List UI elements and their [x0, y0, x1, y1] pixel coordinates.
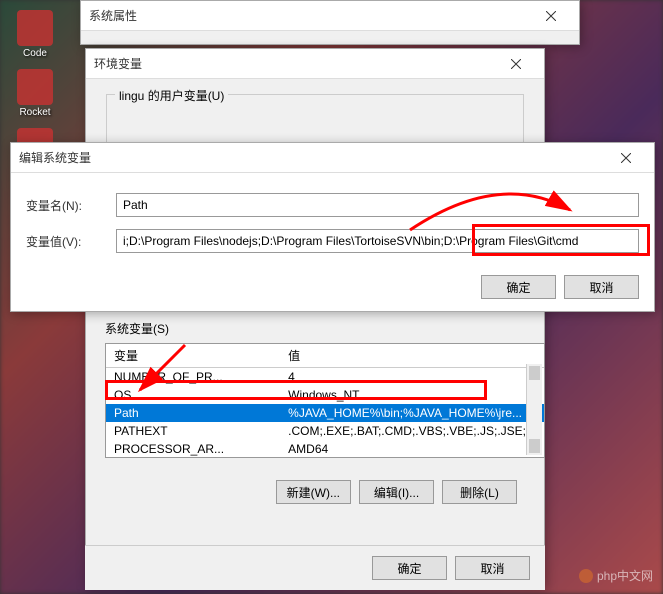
table-row[interactable]: NUMBER_OF_PR...4: [106, 368, 544, 387]
table-row[interactable]: PROCESSOR_AR...AMD64: [106, 440, 544, 458]
desktop-icon[interactable]: Code: [10, 10, 60, 59]
variable-value-input[interactable]: [116, 229, 639, 253]
close-button[interactable]: [496, 50, 536, 78]
system-variables-table[interactable]: 变量 值 NUMBER_OF_PR...4 OSWindows_NT Path%…: [105, 343, 545, 458]
dialog-title: 系统属性: [89, 7, 531, 24]
variable-value-label: 变量值(V):: [26, 233, 116, 250]
variable-name-input[interactable]: [116, 193, 639, 217]
dialog-title: 编辑系统变量: [19, 149, 606, 166]
delete-button[interactable]: 删除(L): [442, 480, 517, 504]
desktop-icon[interactable]: Rocket: [10, 69, 60, 118]
watermark: php中文网: [579, 567, 653, 584]
edit-button[interactable]: 编辑(I)...: [359, 480, 434, 504]
edit-system-variable-dialog: 编辑系统变量 变量名(N): 变量值(V): 确定 取消: [10, 142, 655, 312]
col-header-value[interactable]: 值: [280, 344, 544, 368]
logo-icon: [579, 569, 593, 583]
table-row[interactable]: OSWindows_NT: [106, 386, 544, 404]
table-row[interactable]: PATHEXT.COM;.EXE;.BAT;.CMD;.VBS;.VBE;.JS…: [106, 422, 544, 440]
new-button[interactable]: 新建(W)...: [276, 480, 351, 504]
group-legend: lingu 的用户变量(U): [115, 87, 228, 104]
cancel-button[interactable]: 取消: [455, 556, 530, 580]
table-row-selected[interactable]: Path%JAVA_HOME%\bin;%JAVA_HOME%\jre...: [106, 404, 544, 422]
system-variables-group: 系统变量(S) 变量 值 NUMBER_OF_PR...4 OSWindows_…: [105, 320, 545, 458]
scrollbar[interactable]: [526, 364, 542, 455]
close-button[interactable]: [606, 144, 646, 172]
close-button[interactable]: [531, 2, 571, 30]
dialog-title: 环境变量: [94, 55, 496, 72]
ok-button[interactable]: 确定: [481, 275, 556, 299]
user-variables-group: lingu 的用户变量(U): [106, 94, 524, 144]
system-properties-dialog: 系统属性: [80, 0, 580, 45]
col-header-variable[interactable]: 变量: [106, 344, 280, 368]
ok-button[interactable]: 确定: [372, 556, 447, 580]
variable-name-label: 变量名(N):: [26, 197, 116, 214]
cancel-button[interactable]: 取消: [564, 275, 639, 299]
